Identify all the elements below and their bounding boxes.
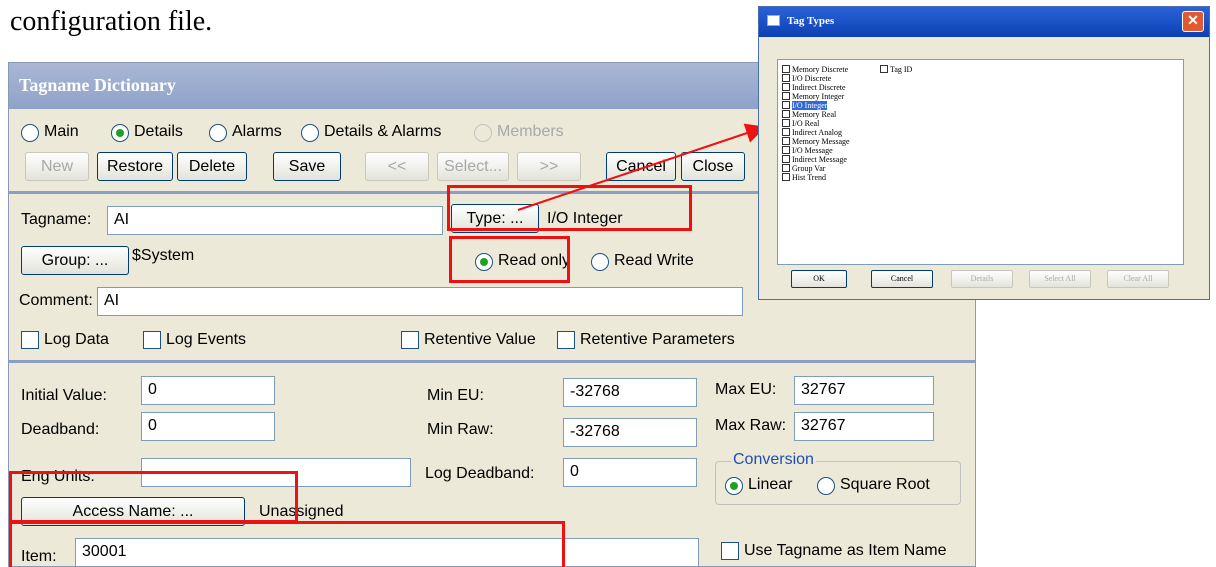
close-icon[interactable]: ✕ bbox=[1182, 11, 1204, 32]
tag-type-item[interactable]: Indirect Discrete bbox=[782, 83, 846, 92]
tag-type-item[interactable]: Hist Trend bbox=[782, 173, 826, 182]
tag-type-item[interactable]: I/O Message bbox=[782, 146, 833, 155]
tag-type-item[interactable]: I/O Real bbox=[782, 119, 819, 128]
tag-type-item[interactable]: Group Var bbox=[782, 164, 825, 173]
clear-all-button[interactable]: Clear All bbox=[1107, 270, 1169, 288]
tag-type-item[interactable]: Memory Discrete bbox=[782, 65, 848, 74]
tag-types-dialog: Tag Types ✕ Memory Discrete I/O Discrete… bbox=[758, 6, 1210, 300]
ok-button[interactable]: OK bbox=[791, 270, 847, 288]
tag-types-cancel-button[interactable]: Cancel bbox=[871, 270, 933, 288]
tag-id-item[interactable]: Tag ID bbox=[880, 65, 912, 74]
tag-type-item[interactable]: Memory Real bbox=[782, 110, 836, 119]
tag-type-item[interactable]: Indirect Message bbox=[782, 155, 847, 164]
window-icon bbox=[767, 15, 780, 26]
select-all-button[interactable]: Select All bbox=[1029, 270, 1091, 288]
tag-type-item[interactable]: I/O Discrete bbox=[782, 74, 831, 83]
tag-type-item[interactable]: Memory Integer bbox=[782, 92, 844, 101]
tag-types-title-bar: Tag Types ✕ bbox=[759, 7, 1209, 37]
tag-types-list: Memory Discrete I/O Discrete Indirect Di… bbox=[777, 59, 1184, 265]
tag-types-title: Tag Types bbox=[787, 15, 835, 27]
details-button[interactable]: Details bbox=[951, 270, 1013, 288]
tag-type-item-selected[interactable]: I/O Integer bbox=[782, 101, 828, 110]
tag-type-item[interactable]: Indirect Analog bbox=[782, 128, 842, 137]
tag-type-item[interactable]: Memory Message bbox=[782, 137, 850, 146]
